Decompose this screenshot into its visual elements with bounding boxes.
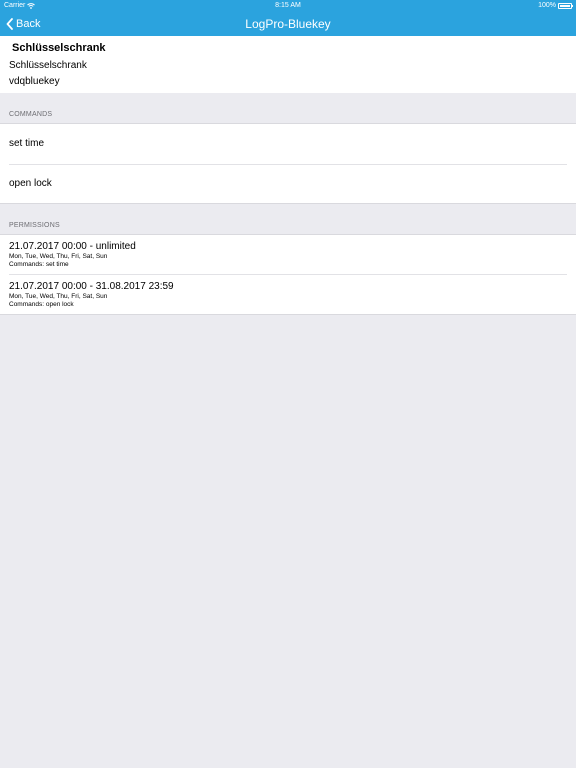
permission-days: Mon, Tue, Wed, Thu, Fri, Sat, Sun [9, 293, 108, 300]
permission-commands: Commands: set time [9, 261, 69, 268]
battery-indicator: 100% [538, 2, 573, 9]
permission-item[interactable]: 21.07.2017 00:00 - 31.08.2017 23:59 Mon,… [0, 275, 576, 314]
battery-icon [558, 2, 573, 9]
navigation-bar: Back LogPro-Bluekey [0, 12, 576, 36]
permission-days: Mon, Tue, Wed, Thu, Fri, Sat, Sun [9, 253, 108, 260]
device-id: vdqbluekey [9, 76, 60, 87]
command-label: set time [9, 138, 45, 149]
permissions-list: 21.07.2017 00:00 - unlimited Mon, Tue, W… [0, 234, 576, 315]
permission-range: 21.07.2017 00:00 - unlimited [9, 241, 136, 252]
command-open-lock[interactable]: open lock [0, 164, 576, 204]
status-time: 8:15 AM [275, 2, 301, 9]
command-label: open lock [9, 178, 52, 189]
battery-percent: 100% [538, 2, 556, 9]
permissions-section-header: PERMISSIONS [9, 222, 60, 229]
commands-list: set time open lock [0, 123, 576, 204]
permission-item[interactable]: 21.07.2017 00:00 - unlimited Mon, Tue, W… [0, 235, 576, 274]
page-title: LogPro-Bluekey [245, 17, 331, 31]
device-header: Schlüsselschrank Schlüsselschrank vdqblu… [0, 36, 576, 93]
status-bar: Carrier 8:15 AM 100% [0, 0, 576, 12]
permission-commands: Commands: open lock [9, 301, 74, 308]
device-title: Schlüsselschrank [12, 42, 106, 54]
battery-fill [560, 4, 570, 7]
permission-range: 21.07.2017 00:00 - 31.08.2017 23:59 [9, 281, 174, 292]
device-name: Schlüsselschrank [9, 60, 87, 71]
command-set-time[interactable]: set time [0, 124, 576, 164]
commands-section-header: COMMANDS [9, 111, 53, 118]
